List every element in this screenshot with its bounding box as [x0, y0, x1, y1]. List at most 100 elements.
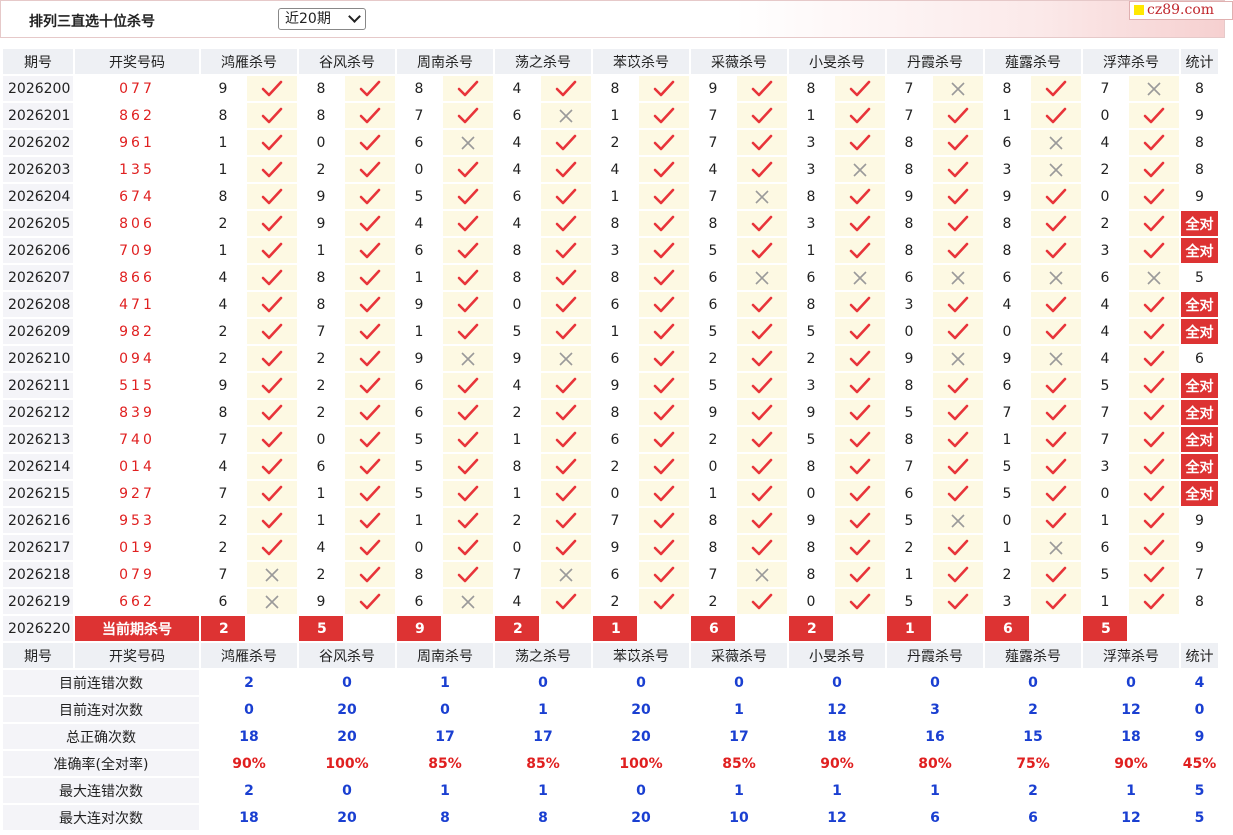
- kill-value: 0: [1083, 481, 1127, 506]
- kill-value: 7: [691, 103, 735, 128]
- column-header: 期号: [3, 49, 73, 74]
- check-icon: [947, 323, 969, 339]
- result-mark: [1129, 184, 1179, 209]
- top-bar: 排列三直选十位杀号 近20期: [0, 0, 1225, 38]
- result-mark: [541, 589, 591, 614]
- check-icon: [849, 107, 871, 123]
- kill-value: 5: [1083, 373, 1127, 398]
- issue-number: 2026214: [3, 454, 73, 479]
- result-mark: [541, 76, 591, 101]
- result-mark: [345, 265, 395, 290]
- check-icon: [555, 242, 577, 258]
- result-mark: [541, 130, 591, 155]
- kill-value: 1: [593, 184, 637, 209]
- check-icon: [359, 350, 381, 366]
- cross-icon: [1049, 540, 1063, 555]
- result-mark: [1129, 589, 1179, 614]
- result-mark: [737, 211, 787, 236]
- check-icon: [751, 350, 773, 366]
- check-icon: [751, 134, 773, 150]
- stats-value: 75%: [985, 751, 1081, 776]
- draw-number: 662: [75, 589, 199, 614]
- result-mark: [443, 76, 493, 101]
- kill-value: 8: [299, 103, 343, 128]
- cross-icon: [461, 351, 475, 366]
- site-logo[interactable]: cz89.com: [1129, 1, 1233, 20]
- cross-icon: [559, 567, 573, 582]
- result-mark: [835, 481, 885, 506]
- result-mark: [247, 427, 297, 452]
- kill-value: 0: [299, 130, 343, 155]
- issue-number: 2026207: [3, 265, 73, 290]
- check-icon: [849, 377, 871, 393]
- current-kill-value: 5: [1083, 616, 1127, 641]
- kill-value: 8: [887, 157, 931, 182]
- result-mark: [737, 373, 787, 398]
- table-header-row: 期号 开奖号码 鸿雁杀号 谷风杀号 周南杀号 荡之杀号 苯苡杀号 采薇杀号 小旻杀号 丹霞杀号 薤露…: [3, 643, 1218, 668]
- result-mark: [933, 265, 983, 290]
- result-mark: [737, 76, 787, 101]
- kill-value: 8: [299, 76, 343, 101]
- kill-value: 6: [397, 373, 441, 398]
- stats-value: 90%: [201, 751, 297, 776]
- kill-value: 0: [1083, 184, 1127, 209]
- kill-value: 2: [201, 346, 245, 371]
- stats-value: 1: [397, 670, 493, 695]
- result-mark: [247, 400, 297, 425]
- kill-value: 4: [495, 76, 539, 101]
- result-mark: [443, 454, 493, 479]
- result-mark: [835, 319, 885, 344]
- result-mark: [1031, 319, 1081, 344]
- check-icon: [947, 485, 969, 501]
- check-icon: [457, 431, 479, 447]
- kill-value: 3: [789, 130, 833, 155]
- draw-number: 709: [75, 238, 199, 263]
- stats-value: 15: [985, 724, 1081, 749]
- result-mark: [835, 535, 885, 560]
- stats-value: 0: [1083, 670, 1179, 695]
- result-mark: [1129, 400, 1179, 425]
- kill-value: 6: [495, 184, 539, 209]
- kill-value: 4: [495, 130, 539, 155]
- period-select[interactable]: 近20期: [278, 8, 366, 30]
- result-mark: [1031, 184, 1081, 209]
- check-icon: [653, 593, 675, 609]
- stats-label: 最大连对次数: [3, 805, 199, 830]
- kill-value: 6: [985, 373, 1029, 398]
- check-icon: [457, 539, 479, 555]
- cross-icon: [755, 270, 769, 285]
- stats-value: 0: [397, 697, 493, 722]
- all-right-badge: 全对: [1181, 373, 1218, 398]
- result-mark: [639, 319, 689, 344]
- kill-value: 5: [691, 319, 735, 344]
- kill-value: 8: [495, 265, 539, 290]
- result-mark: [835, 211, 885, 236]
- check-icon: [457, 485, 479, 501]
- stats-value: 8: [397, 805, 493, 830]
- table-row: 2026204 674 8 9 5 6 1 7 8 9 9 0 9: [3, 184, 1218, 209]
- result-mark: [345, 562, 395, 587]
- result-mark: [933, 319, 983, 344]
- check-icon: [555, 296, 577, 312]
- cross-icon: [755, 189, 769, 204]
- check-icon: [359, 269, 381, 285]
- check-icon: [555, 215, 577, 231]
- result-mark: [247, 508, 297, 533]
- result-mark: [541, 535, 591, 560]
- check-icon: [261, 134, 283, 150]
- table-row: 2026214 014 4 6 5 8 2 0 8 7 5 3 全对: [3, 454, 1218, 479]
- check-icon: [947, 404, 969, 420]
- kill-value: 7: [201, 562, 245, 587]
- check-icon: [555, 593, 577, 609]
- result-mark: [639, 103, 689, 128]
- kill-value: 4: [1083, 292, 1127, 317]
- check-icon: [1045, 485, 1067, 501]
- stats-label: 总正确次数: [3, 724, 199, 749]
- logo-square-icon: [1134, 5, 1144, 15]
- current-kill-value: 2: [789, 616, 833, 641]
- kill-value: 8: [593, 211, 637, 236]
- all-right-badge: 全对: [1181, 400, 1218, 425]
- check-icon: [849, 323, 871, 339]
- draw-number: 094: [75, 346, 199, 371]
- stats-value: 18: [1083, 724, 1179, 749]
